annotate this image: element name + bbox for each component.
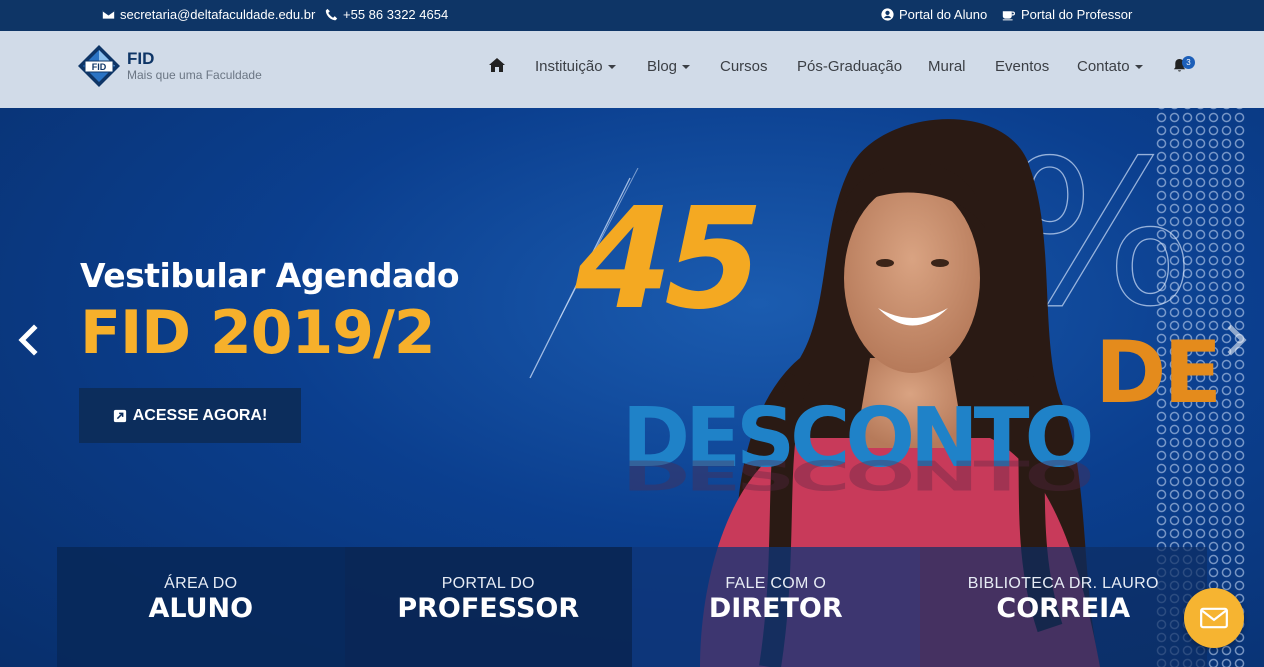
nav-instituicao[interactable]: Instituição (535, 58, 616, 75)
nav-blog[interactable]: Blog (647, 58, 691, 75)
tile-small-label: ÁREA DO (164, 575, 238, 592)
acesse-agora-button[interactable]: ACESSE AGORA! (79, 388, 301, 443)
tile-portal-do-professor[interactable]: PORTAL DO PROFESSOR (344, 547, 632, 667)
tile-fale-com-o-diretor[interactable]: FALE COM O DIRETOR (632, 547, 920, 667)
main-navbar: FID FID Mais que uma Faculdade Instituiç… (0, 31, 1264, 108)
top-bar: secretaria@deltafaculdade.edu.br +55 86 … (0, 0, 1264, 31)
tile-big-label: ALUNO (148, 593, 254, 624)
contact-email[interactable]: secretaria@deltafaculdade.edu.br (102, 7, 315, 22)
home-icon (489, 58, 505, 72)
portal-aluno-link[interactable]: Portal do Aluno (881, 7, 987, 22)
chevron-left-icon[interactable] (16, 324, 40, 356)
portal-professor-label: Portal do Professor (1021, 7, 1133, 22)
nav-cursos-label: Cursos (720, 58, 768, 75)
cta-label: ACESSE AGORA! (132, 406, 268, 424)
mail-icon (1200, 607, 1228, 629)
nav-menu: Instituição Blog Cursos Pós-Graduação Mu… (0, 58, 1264, 78)
promo-de: DE (1095, 323, 1222, 423)
nav-mural-label: Mural (928, 58, 966, 75)
notification-badge: 3 (1182, 56, 1195, 69)
portal-professor-link[interactable]: Portal do Professor (1001, 7, 1132, 22)
nav-pos-graduacao[interactable]: Pós-Graduação (797, 58, 902, 75)
portal-aluno-label: Portal do Aluno (899, 7, 988, 22)
nav-instituicao-label: Instituição (535, 58, 603, 75)
chevron-down-icon (1134, 64, 1143, 69)
tile-biblioteca[interactable]: BIBLIOTECA DR. LAURO CORREIA (919, 547, 1207, 667)
coffee-icon (1002, 11, 1015, 21)
nav-eventos-label: Eventos (995, 58, 1050, 75)
tile-big-label: PROFESSOR (397, 593, 580, 624)
promo-word-reflection: DESCONTO (622, 453, 1094, 501)
email-text: secretaria@deltafaculdade.edu.br (120, 7, 316, 22)
hero-title: Vestibular Agendado (80, 256, 460, 295)
nav-blog-label: Blog (647, 58, 678, 75)
phone-text: +55 86 3322 4654 (343, 7, 449, 22)
tile-small-label: BIBLIOTECA DR. LAURO (967, 575, 1159, 592)
hero-subtitle: FID 2019/2 (80, 298, 436, 368)
phone-icon (325, 8, 338, 21)
tile-area-do-aluno[interactable]: ÁREA DO ALUNO (57, 547, 345, 667)
tile-big-label: DIRETOR (708, 593, 843, 624)
chevron-down-icon (682, 64, 691, 69)
nav-pos-graduacao-label: Pós-Graduação (797, 58, 903, 75)
tile-small-label: FALE COM O (725, 575, 827, 592)
chevron-down-icon (607, 64, 616, 69)
tile-big-label: CORREIA (996, 593, 1131, 624)
chevron-right-icon[interactable] (1225, 324, 1249, 356)
nav-eventos[interactable]: Eventos (995, 58, 1049, 75)
quick-links: ÁREA DO ALUNO PORTAL DO PROFESSOR FALE C… (57, 547, 1207, 667)
external-link-icon (113, 409, 126, 422)
nav-contato[interactable]: Contato (1077, 58, 1143, 75)
envelope-icon (102, 10, 115, 19)
nav-contato-label: Contato (1077, 58, 1130, 75)
nav-home[interactable] (488, 57, 506, 73)
user-circle-icon (881, 8, 894, 21)
contact-phone[interactable]: +55 86 3322 4654 (325, 7, 448, 22)
tile-small-label: PORTAL DO (441, 575, 535, 592)
nav-mural[interactable]: Mural (928, 58, 966, 75)
contact-chat-button[interactable] (1184, 588, 1244, 648)
nav-cursos[interactable]: Cursos (720, 58, 768, 75)
